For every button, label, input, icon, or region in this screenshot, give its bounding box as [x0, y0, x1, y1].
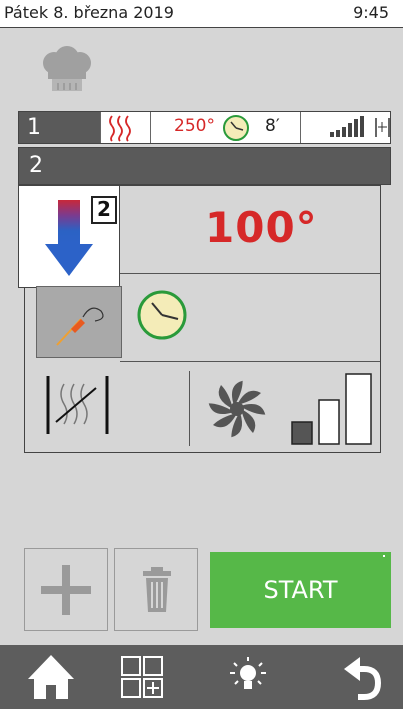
divider [189, 371, 190, 446]
step-1-time: 8′ [265, 116, 280, 136]
target-temperature[interactable]: 100° [205, 203, 318, 252]
mode-badge: 2 [91, 196, 117, 224]
cooling-mode-button[interactable]: 2 [18, 185, 120, 288]
fan-icon[interactable] [205, 378, 269, 440]
light-button[interactable] [226, 645, 270, 709]
fan-level-icon [300, 112, 373, 143]
clock-icon[interactable] [136, 289, 188, 341]
plus-icon [41, 565, 91, 615]
bottom-nav [0, 645, 403, 709]
status-bar: Pátek 8. března 2019 9:45 [0, 0, 403, 28]
status-time: 9:45 [353, 3, 389, 22]
step-1-row[interactable]: 1 250° 8′ [18, 111, 391, 144]
divider [120, 273, 380, 274]
decor-dot [383, 555, 385, 557]
programs-button[interactable] [116, 645, 166, 709]
start-button[interactable]: START [210, 552, 391, 628]
back-icon [342, 655, 384, 701]
core-probe-button[interactable] [36, 286, 122, 358]
add-step-button[interactable] [24, 548, 108, 631]
home-button[interactable] [20, 645, 80, 709]
filter-icon [373, 112, 392, 143]
cooling-arrow-icon [45, 200, 95, 280]
status-date: Pátek 8. března 2019 [4, 3, 174, 22]
heating-icon [92, 112, 151, 143]
fan-speed-bars[interactable] [290, 372, 376, 448]
light-icon [228, 655, 268, 699]
step-1-settings: 250° 8′ [150, 112, 301, 143]
home-icon [26, 653, 76, 701]
clock-icon [222, 114, 250, 142]
programs-grid-icon [120, 655, 164, 701]
core-probe-icon [51, 299, 109, 349]
divider [120, 361, 380, 362]
chef-hat-icon[interactable] [36, 45, 96, 95]
back-button[interactable] [338, 645, 388, 709]
step-1-temperature: 250° [174, 116, 215, 136]
delete-step-button[interactable] [114, 548, 198, 631]
step-2-header[interactable]: 2 [18, 147, 391, 185]
humidity-icon[interactable] [44, 374, 114, 436]
trash-icon [141, 567, 173, 613]
step-1-number: 1 [19, 112, 101, 143]
